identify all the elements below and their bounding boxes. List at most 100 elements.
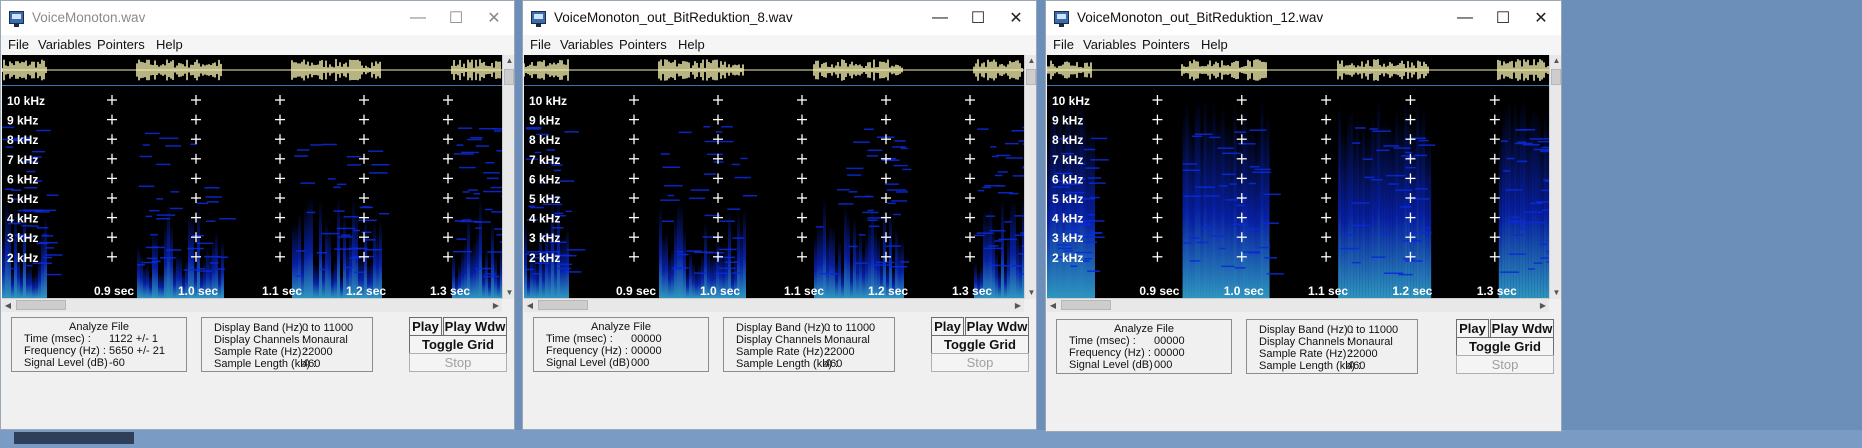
frequency-label: 5 kHz	[529, 192, 560, 206]
title-bar[interactable]: VoiceMonoton_out_BitReduktion_12.wav — ☐…	[1046, 1, 1561, 35]
background-window-fragment	[14, 432, 134, 444]
maximize-icon[interactable]: ☐	[959, 5, 997, 31]
menu-pointers[interactable]: Pointers	[1142, 37, 1190, 52]
frequency-label: 4 kHz	[529, 212, 560, 226]
sample-rate-label: Sample Rate (Hz) :	[1259, 348, 1353, 360]
display-band-value: 0 to 11000	[824, 322, 876, 334]
frequency-value: 00000	[631, 345, 662, 357]
spectrogram-window-2[interactable]: VoiceMonoton_out_BitReduktion_8.wav — ☐ …	[522, 0, 1037, 430]
scroll-up-icon[interactable]: ▲	[1025, 55, 1036, 67]
scroll-right-icon[interactable]: ▶	[1537, 299, 1549, 312]
minimize-icon[interactable]: —	[399, 5, 437, 31]
waveform-view[interactable]	[2, 55, 502, 86]
title-bar[interactable]: VoiceMonoton_out_BitReduktion_8.wav — ☐ …	[523, 1, 1036, 35]
play-button[interactable]: Play	[931, 317, 964, 336]
play-button[interactable]: Play	[409, 317, 442, 336]
play-window-button[interactable]: Play Wdw	[1490, 319, 1554, 338]
horizontal-scrollbar[interactable]: ◀ ▶	[2, 298, 502, 312]
stop-button[interactable]: Stop	[1456, 355, 1554, 374]
spectrogram-view[interactable]: 10 kHz 9 kHz 8 kHz 7 kHz 6 kHz 5 kHz 4 kHz 3 kH…	[2, 86, 502, 298]
horizontal-scrollbar[interactable]: ◀ ▶	[1047, 298, 1549, 312]
stop-button[interactable]: Stop	[409, 353, 507, 372]
menu-help[interactable]: Help	[678, 37, 705, 52]
horizontal-scrollbar[interactable]: ◀ ▶	[524, 298, 1024, 312]
spectrogram-view[interactable]: 10 kHz 9 kHz 8 kHz 7 kHz 6 kHz 5 kHz 4 kHz 3 kH…	[524, 86, 1024, 298]
frequency-label: 7 kHz	[1052, 153, 1083, 167]
frequency-value: 00000	[1154, 347, 1185, 359]
close-icon[interactable]: ✕	[1522, 5, 1560, 31]
play-button[interactable]: Play	[1456, 319, 1489, 338]
scroll-left-icon[interactable]: ◀	[1047, 299, 1059, 312]
scroll-up-icon[interactable]: ▲	[1550, 55, 1561, 67]
close-icon[interactable]: ✕	[475, 5, 513, 31]
sample-length-value: 460	[824, 358, 843, 370]
maximize-icon[interactable]: ☐	[1484, 5, 1522, 31]
time-value: 00000	[631, 333, 662, 345]
vertical-scrollbar[interactable]: ▲ ▼	[502, 55, 514, 299]
app-window-icon	[531, 11, 546, 27]
play-window-button[interactable]: Play Wdw	[965, 317, 1029, 336]
menu-variables[interactable]: Variables	[1083, 37, 1136, 52]
menu-file[interactable]: File	[8, 37, 29, 52]
menu-help[interactable]: Help	[1201, 37, 1228, 52]
frequency-label: Frequency (Hz) :	[1069, 347, 1151, 359]
menu-pointers[interactable]: Pointers	[97, 37, 145, 52]
scroll-right-icon[interactable]: ▶	[490, 299, 502, 312]
close-icon[interactable]: ✕	[997, 5, 1035, 31]
spectrogram-plot: 10 kHz 9 kHz 8 kHz 7 kHz 6 kHz 5 kHz 4 kHz 3 kH…	[1047, 94, 1549, 298]
scroll-thumb[interactable]	[1551, 69, 1561, 85]
menu-variables[interactable]: Variables	[560, 37, 613, 52]
time-label: 1.2 sec	[868, 284, 908, 298]
vertical-scrollbar[interactable]: ▲ ▼	[1024, 55, 1036, 299]
spectrogram-window-3[interactable]: VoiceMonoton_out_BitReduktion_12.wav — ☐…	[1045, 0, 1562, 432]
menu-file[interactable]: File	[530, 37, 551, 52]
display-band-label: Display Band (Hz) :	[214, 322, 309, 334]
time-value: 1122 +/- 1	[109, 333, 159, 345]
waveform-view[interactable]	[524, 55, 1024, 86]
time-label: Time (msec) :	[1069, 335, 1136, 347]
maximize-icon[interactable]: ☐	[437, 5, 475, 31]
toggle-grid-button[interactable]: Toggle Grid	[409, 335, 507, 354]
analyze-panel: Analyze File Time (msec) : 00000 Frequen…	[1056, 319, 1232, 374]
toggle-grid-button[interactable]: Toggle Grid	[1456, 337, 1554, 356]
scroll-left-icon[interactable]: ◀	[2, 299, 14, 312]
vertical-scrollbar[interactable]: ▲ ▼	[1549, 55, 1561, 299]
scroll-thumb[interactable]	[1026, 69, 1036, 85]
minimize-icon[interactable]: —	[1446, 5, 1484, 31]
window-title: VoiceMonoton.wav	[32, 10, 146, 25]
time-label: Time (msec) :	[546, 333, 613, 345]
scroll-down-icon[interactable]: ▼	[503, 287, 514, 299]
menu-variables[interactable]: Variables	[38, 37, 91, 52]
menu-help[interactable]: Help	[156, 37, 183, 52]
scroll-thumb[interactable]	[16, 300, 66, 310]
frequency-label: 8 kHz	[1052, 133, 1083, 147]
frequency-label: 3 kHz	[1052, 231, 1083, 245]
scroll-down-icon[interactable]: ▼	[1550, 287, 1561, 299]
window-title: VoiceMonoton_out_BitReduktion_8.wav	[554, 10, 793, 25]
spectrogram-view[interactable]: 10 kHz 9 kHz 8 kHz 7 kHz 6 kHz 5 kHz 4 kHz 3 kH…	[1047, 86, 1549, 298]
play-window-button[interactable]: Play Wdw	[443, 317, 507, 336]
signal-level-label: Signal Level (dB)	[1069, 359, 1153, 371]
frequency-label: 8 kHz	[7, 133, 38, 147]
minimize-icon[interactable]: —	[921, 5, 959, 31]
spectrogram-plot: 10 kHz 9 kHz 8 kHz 7 kHz 6 kHz 5 kHz 4 kHz 3 kH…	[2, 94, 502, 298]
spectrogram-window-1[interactable]: VoiceMonoton.wav — ☐ ✕ File Variables Po…	[0, 0, 515, 430]
time-label: 1.0 sec	[700, 284, 740, 298]
scroll-thumb[interactable]	[538, 300, 588, 310]
scroll-down-icon[interactable]: ▼	[1025, 287, 1036, 299]
menu-pointers[interactable]: Pointers	[619, 37, 667, 52]
title-bar[interactable]: VoiceMonoton.wav — ☐ ✕	[1, 1, 514, 35]
scroll-thumb[interactable]	[1061, 300, 1111, 310]
toggle-grid-button[interactable]: Toggle Grid	[931, 335, 1029, 354]
scroll-up-icon[interactable]: ▲	[503, 55, 514, 67]
time-value: 00000	[1154, 335, 1185, 347]
scroll-left-icon[interactable]: ◀	[524, 299, 536, 312]
sample-rate-label: Sample Rate (Hz) :	[214, 346, 308, 358]
menu-file[interactable]: File	[1053, 37, 1074, 52]
stop-button[interactable]: Stop	[931, 353, 1029, 372]
waveform-view[interactable]	[1047, 55, 1549, 86]
sample-rate-label: Sample Rate (Hz) :	[736, 346, 830, 358]
scroll-right-icon[interactable]: ▶	[1012, 299, 1024, 312]
signal-level-label: Signal Level (dB)	[546, 357, 630, 369]
scroll-thumb[interactable]	[504, 69, 514, 85]
